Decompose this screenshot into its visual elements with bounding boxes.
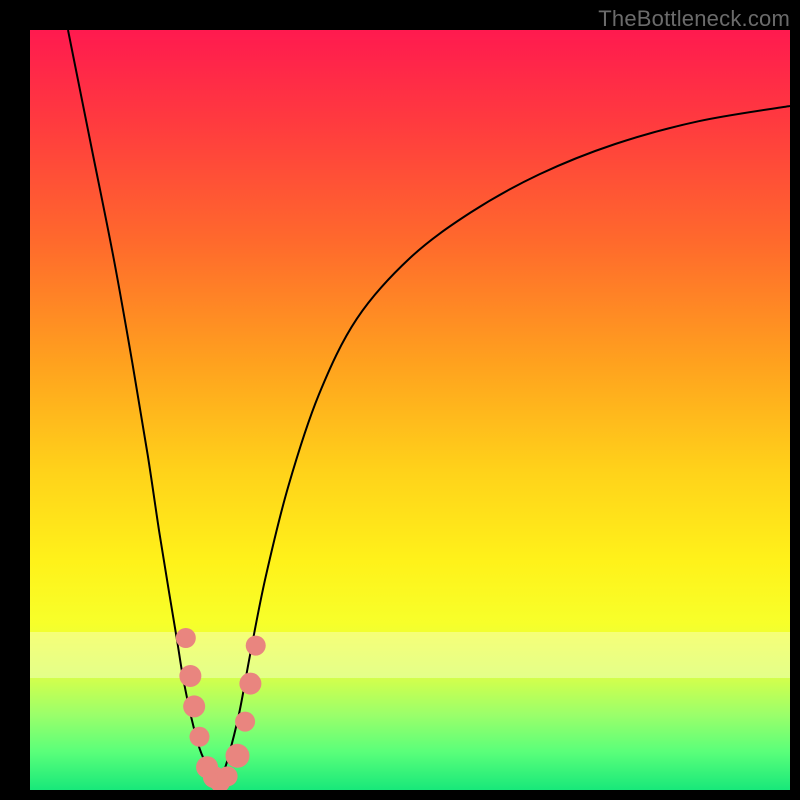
chart-frame: TheBottleneck.com [0, 0, 800, 800]
scatter-dot [218, 766, 238, 786]
watermark-text: TheBottleneck.com [598, 6, 790, 32]
chart-svg [30, 30, 790, 790]
scatter-dot [246, 636, 266, 656]
right-curve [220, 106, 790, 782]
scatter-dot [183, 695, 205, 717]
scatter-dot [176, 628, 196, 648]
scatter-dot [235, 712, 255, 732]
scatter-dots [176, 628, 266, 790]
scatter-dot [189, 727, 209, 747]
scatter-dot [239, 673, 261, 695]
scatter-dot [179, 665, 201, 687]
scatter-dot [225, 744, 249, 768]
